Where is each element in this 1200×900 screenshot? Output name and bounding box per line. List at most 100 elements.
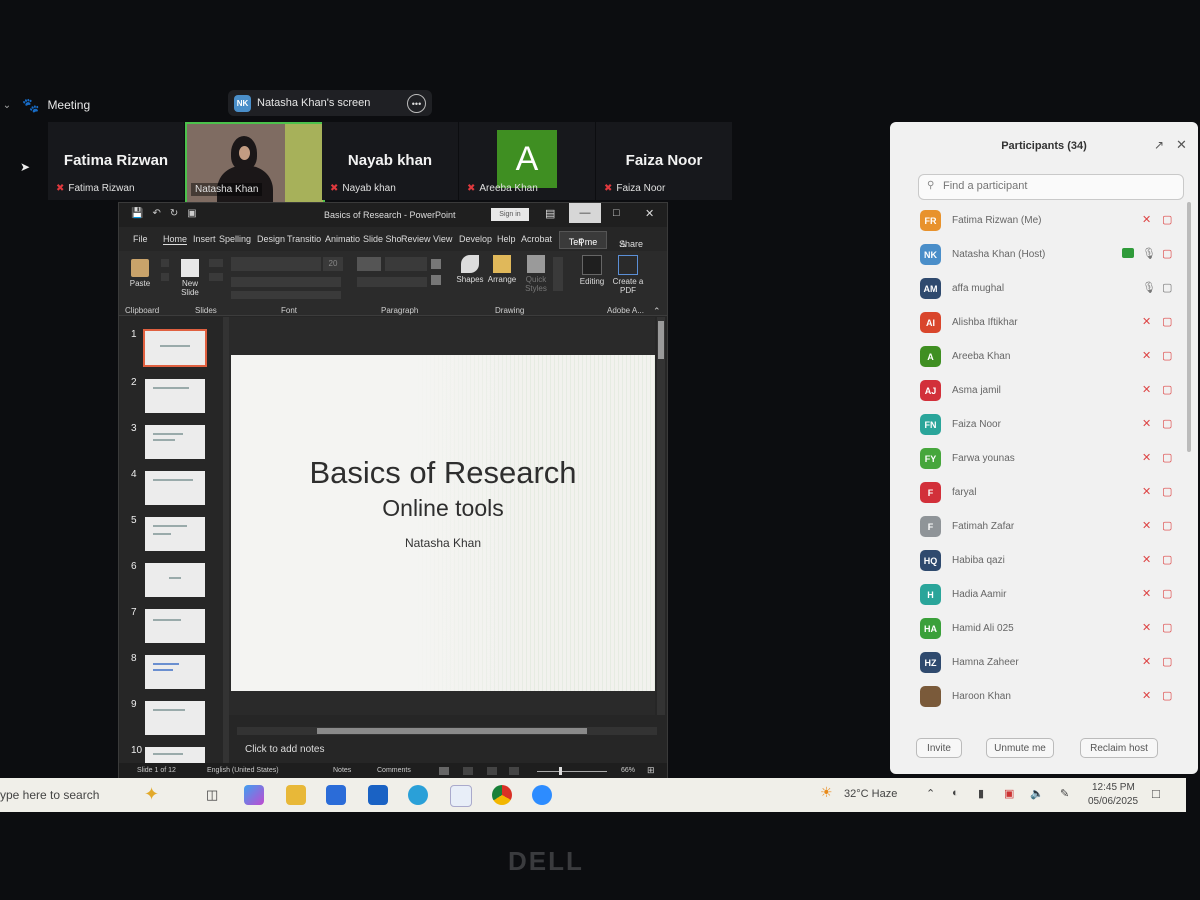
app-icon[interactable]: [450, 785, 472, 807]
zoom-slider[interactable]: [537, 771, 607, 772]
edge-icon[interactable]: [408, 785, 428, 805]
mic-muted-icon[interactable]: ✕: [1142, 485, 1151, 498]
tell-me-search[interactable]: ⚲ Tell me: [559, 231, 607, 249]
notes-toggle[interactable]: Notes: [333, 767, 351, 774]
participant-row[interactable]: A Areeba Khan ✕ ▢: [890, 340, 1190, 374]
paste-button[interactable]: Paste: [125, 259, 155, 288]
video-tile-areeba[interactable]: A ✖ Areeba Khan: [459, 122, 595, 200]
participant-row[interactable]: AM affa mughal 🎙 ▢: [890, 272, 1190, 306]
video-tile-natasha[interactable]: Natasha Khan: [185, 122, 325, 204]
reading-view-icon[interactable]: [487, 767, 497, 775]
minimize-button[interactable]: —: [569, 203, 601, 223]
align-text-icon[interactable]: [431, 275, 441, 285]
mic-muted-icon[interactable]: ✕: [1142, 553, 1151, 566]
shape-fill-buttons[interactable]: [553, 257, 563, 291]
taskbar-search[interactable]: ype here to search: [0, 788, 99, 802]
tab-developer[interactable]: Develop: [459, 234, 492, 244]
sorter-view-icon[interactable]: [463, 767, 473, 775]
list-indent-buttons[interactable]: [385, 257, 427, 271]
current-slide[interactable]: Basics of Research Online tools Natasha …: [231, 355, 655, 691]
bullets-button[interactable]: [357, 257, 381, 271]
video-tile-faiza[interactable]: Faiza Noor ✖ Faiza Noor: [596, 122, 732, 200]
mic-muted-icon[interactable]: ✕: [1142, 315, 1151, 328]
present-icon[interactable]: ▣: [187, 208, 196, 219]
store-icon[interactable]: [326, 785, 346, 805]
screen-share-indicator[interactable]: NK Natasha Khan's screen •••: [228, 90, 432, 116]
reclaim-host-button[interactable]: Reclaim host: [1080, 738, 1158, 758]
participant-row[interactable]: HQ Habiba qazi ✕ ▢: [890, 544, 1190, 578]
meeting-menu-button[interactable]: ⌄ 🐾 Meeting: [0, 92, 90, 118]
participant-row[interactable]: Haroon Khan ✕ ▢: [890, 680, 1190, 714]
mic-muted-icon[interactable]: ✕: [1142, 689, 1151, 702]
pen-icon[interactable]: ✎: [1060, 787, 1069, 800]
redo-icon[interactable]: ↻: [170, 208, 178, 219]
close-icon[interactable]: ✕: [1176, 137, 1187, 153]
mic-status-icon[interactable]: ▣: [1004, 787, 1014, 800]
participant-row[interactable]: AI Alishba Iftikhar ✕ ▢: [890, 306, 1190, 340]
file-explorer-icon[interactable]: [286, 785, 306, 805]
zoom-slider-thumb[interactable]: [559, 767, 562, 775]
mic-muted-icon[interactable]: ✕: [1142, 349, 1151, 362]
camera-off-icon[interactable]: ▢: [1162, 417, 1172, 430]
more-options-icon[interactable]: •••: [407, 94, 426, 113]
weather-icon[interactable]: ☀: [820, 784, 833, 801]
chevron-up-icon[interactable]: ⌃: [926, 787, 935, 800]
slide-thumbnail[interactable]: [145, 701, 205, 735]
participant-search[interactable]: ⚲: [918, 174, 1184, 200]
tab-review[interactable]: Review: [401, 234, 431, 244]
slide-thumbnail[interactable]: [145, 655, 205, 689]
participant-row[interactable]: HA Hamid Ali 025 ✕ ▢: [890, 612, 1190, 646]
slide-thumbnail[interactable]: [143, 329, 207, 367]
participant-row[interactable]: HZ Hamna Zaheer ✕ ▢: [890, 646, 1190, 680]
camera-off-icon[interactable]: ▢: [1162, 349, 1172, 362]
notification-icon[interactable]: □: [1152, 786, 1160, 801]
weather-status[interactable]: 32°C Haze: [844, 788, 897, 800]
slide-horizontal-scrollbar[interactable]: [237, 727, 657, 735]
camera-off-icon[interactable]: ▢: [1162, 383, 1172, 396]
slide-author[interactable]: Natasha Khan: [231, 536, 655, 550]
normal-view-icon[interactable]: [439, 767, 449, 775]
camera-off-icon[interactable]: ▢: [1162, 451, 1172, 464]
new-slide-button[interactable]: New Slide: [175, 259, 205, 297]
zoom-level[interactable]: 66%: [621, 767, 635, 774]
collapse-ribbon-icon[interactable]: ⌃: [653, 306, 661, 317]
video-tile-fatima[interactable]: Fatima Rizwan ✖ Fatima Rizwan: [48, 122, 184, 200]
maximize-button[interactable]: □: [613, 207, 620, 219]
notes-pane[interactable]: Click to add notes: [229, 739, 665, 759]
tab-spelling[interactable]: Spelling: [219, 234, 251, 244]
slide-thumbnail[interactable]: [145, 425, 205, 459]
slide-thumbnail[interactable]: [145, 609, 205, 643]
pop-out-icon[interactable]: ↗: [1154, 138, 1164, 152]
mic-muted-icon[interactable]: ✕: [1142, 655, 1151, 668]
copilot-sparkle-icon[interactable]: ✦: [144, 784, 159, 805]
tab-design[interactable]: Design: [257, 234, 285, 244]
reset-icon[interactable]: [209, 273, 223, 281]
camera-off-icon[interactable]: ▢: [1162, 213, 1172, 226]
chrome-icon[interactable]: [492, 785, 512, 805]
ribbon-display-icon[interactable]: ▤: [545, 207, 555, 220]
align-buttons[interactable]: [357, 277, 427, 287]
battery-icon[interactable]: ▮: [978, 787, 984, 800]
clock-time[interactable]: 12:45 PM: [1092, 782, 1135, 793]
quick-styles-button[interactable]: Quick Styles: [521, 255, 551, 293]
slide-title[interactable]: Basics of Research: [231, 455, 655, 491]
tab-slideshow[interactable]: Slide Sho: [363, 234, 402, 244]
camera-off-icon[interactable]: ▢: [1162, 621, 1172, 634]
participant-row[interactable]: Ffaryal ✕ ▢: [890, 476, 1190, 510]
sign-in-button[interactable]: Sign in: [491, 208, 529, 221]
create-pdf-button[interactable]: Create a PDF: [611, 255, 645, 295]
mic-muted-icon[interactable]: ✕: [1142, 417, 1151, 430]
slide-subtitle[interactable]: Online tools: [231, 495, 655, 522]
cut-icon[interactable]: [161, 259, 169, 267]
mic-muted-icon[interactable]: ✕: [1142, 621, 1151, 634]
network-icon[interactable]: ◐: [952, 787, 959, 799]
participant-row[interactable]: F Fatimah Zafar ✕ ▢: [890, 510, 1190, 544]
arrange-button[interactable]: Arrange: [487, 255, 517, 284]
tab-file[interactable]: File: [133, 234, 148, 244]
layout-icon[interactable]: [209, 259, 223, 267]
font-format-buttons[interactable]: [231, 277, 341, 287]
font-size-select[interactable]: 20: [323, 257, 343, 271]
mic-icon[interactable]: 🎙: [1142, 247, 1156, 260]
zoom-app-icon[interactable]: [532, 785, 552, 805]
tab-insert[interactable]: Insert: [193, 234, 216, 244]
